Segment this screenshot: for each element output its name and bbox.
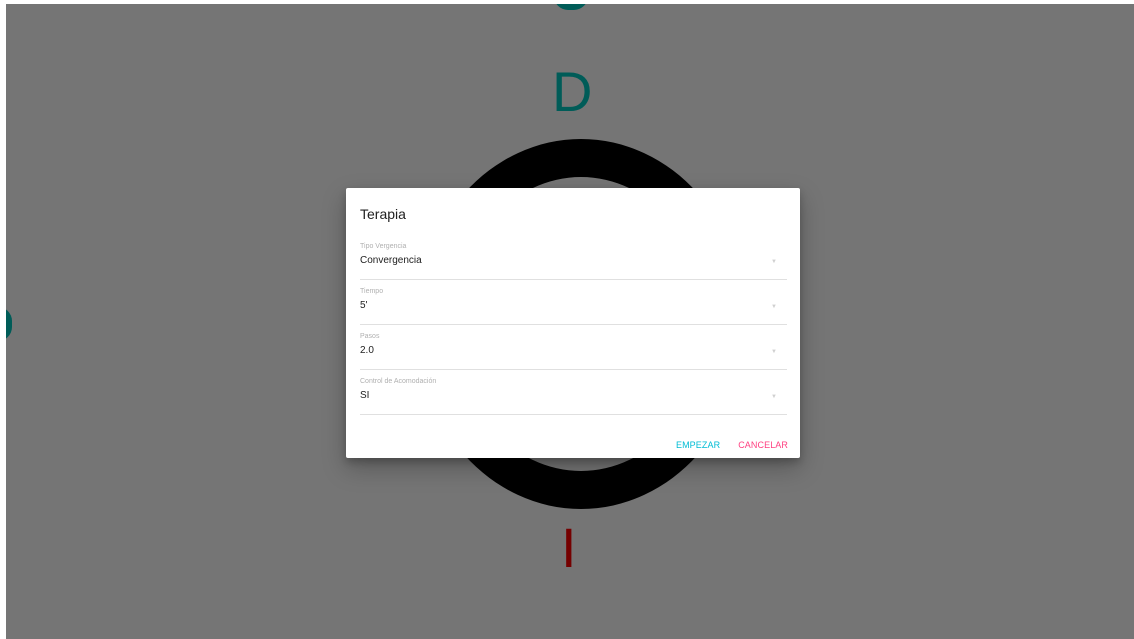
dialog-actions: EMPEZAR CANCELAR bbox=[676, 440, 788, 450]
dialog-title: Terapia bbox=[360, 206, 406, 222]
field-value: SI bbox=[360, 390, 370, 401]
time-select[interactable]: Tiempo 5' ▼ bbox=[360, 288, 787, 325]
chevron-down-icon: ▼ bbox=[771, 304, 777, 310]
chevron-down-icon: ▼ bbox=[771, 394, 777, 400]
app-viewport: D I Terapia Tipo Vergencia Convergencia … bbox=[6, 4, 1134, 639]
chevron-down-icon: ▼ bbox=[771, 349, 777, 355]
field-label: Tipo Vergencia bbox=[360, 243, 407, 250]
field-label: Control de Acomodación bbox=[360, 378, 437, 385]
field-value: Convergencia bbox=[360, 255, 422, 266]
therapy-dialog: Terapia Tipo Vergencia Convergencia ▼ Ti… bbox=[346, 188, 800, 458]
field-label: Pasos bbox=[360, 333, 380, 340]
field-value: 2.0 bbox=[360, 345, 374, 356]
field-value: 5' bbox=[360, 300, 368, 311]
start-button[interactable]: EMPEZAR bbox=[676, 440, 720, 450]
accommodation-control-select[interactable]: Control de Acomodación SI ▼ bbox=[360, 378, 787, 415]
cancel-button[interactable]: CANCELAR bbox=[738, 440, 788, 450]
steps-select[interactable]: Pasos 2.0 ▼ bbox=[360, 333, 787, 370]
vergence-type-select[interactable]: Tipo Vergencia Convergencia ▼ bbox=[360, 243, 787, 280]
field-label: Tiempo bbox=[360, 288, 384, 295]
chevron-down-icon: ▼ bbox=[771, 259, 777, 265]
